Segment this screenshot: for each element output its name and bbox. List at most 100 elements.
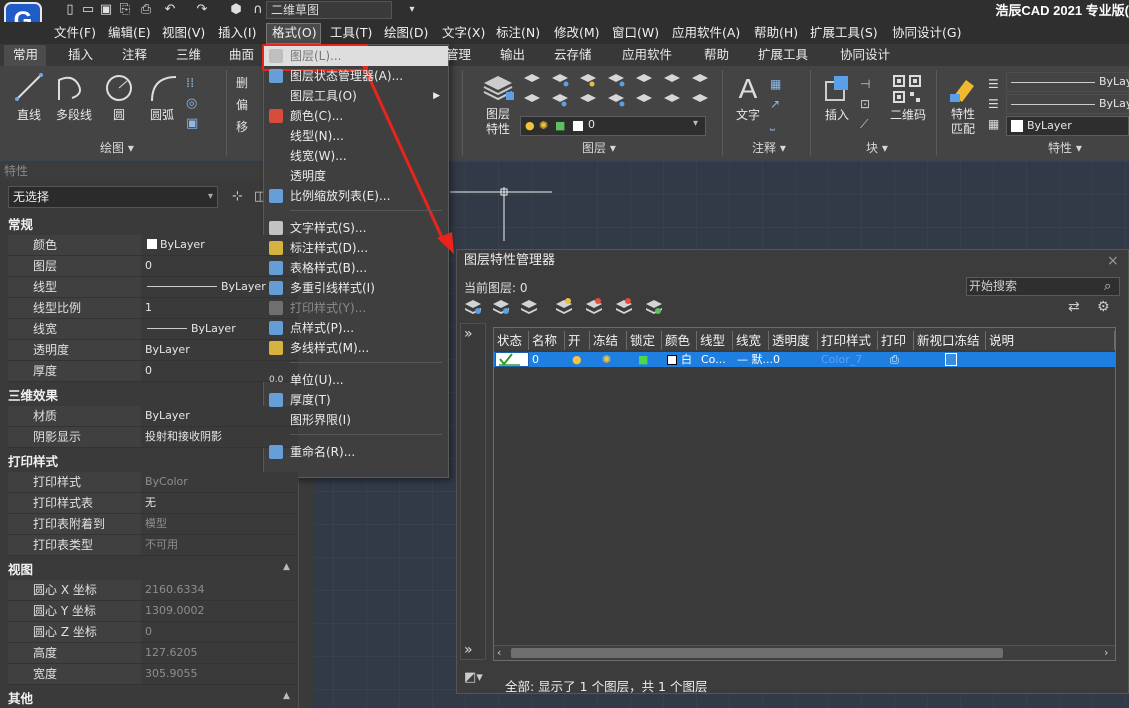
column-header[interactable]: 锁定: [627, 331, 662, 350]
column-header[interactable]: 状态: [494, 331, 529, 350]
ribbon-tab[interactable]: 云存储: [554, 44, 592, 66]
ribbon-tab[interactable]: 协同设计: [840, 44, 890, 66]
property-row[interactable]: 颜色 ByLayer: [8, 235, 298, 256]
lineweight-dropdown[interactable]: ByLaye: [1006, 72, 1129, 92]
format-menu-item[interactable]: 标注样式(D)...: [264, 238, 448, 258]
color-dropdown[interactable]: ByLayer: [1006, 116, 1129, 136]
save-icon[interactable]: ▣: [98, 2, 114, 18]
menu-item[interactable]: 文件(F): [54, 22, 96, 44]
new-file-icon[interactable]: ▯: [62, 2, 78, 18]
quick-access-dropdown-icon[interactable]: ▾: [404, 2, 420, 18]
format-menu-item[interactable]: 厚度(T): [264, 390, 448, 410]
property-row[interactable]: 线宽 ByLayer: [8, 319, 298, 340]
refresh-icon[interactable]: ⇄: [1068, 299, 1080, 315]
undo-icon[interactable]: ↶: [162, 2, 178, 18]
layer-current-dropdown[interactable]: ● ✺ ■ 0 ▾: [520, 116, 706, 136]
property-value[interactable]: 0: [142, 622, 298, 642]
layer-properties-label[interactable]: 图层 特性: [480, 107, 516, 137]
circle-tool-label[interactable]: 圆: [104, 108, 134, 123]
expand-filter-bottom-icon[interactable]: »: [464, 642, 473, 658]
property-value[interactable]: 无: [142, 493, 298, 513]
ribbon-tab[interactable]: 扩展工具: [758, 44, 808, 66]
column-header[interactable]: 说明: [986, 331, 1115, 350]
property-row[interactable]: 透明度 ByLayer: [8, 340, 298, 361]
save-as-icon[interactable]: ⎘: [117, 2, 133, 18]
insert-block-label[interactable]: 插入: [818, 108, 856, 123]
property-row[interactable]: 高度 127.6205: [8, 643, 298, 664]
ribbon-tab[interactable]: 注释: [122, 44, 147, 66]
circle-tool-icon[interactable]: [104, 73, 134, 103]
open-folder-icon[interactable]: ▭: [80, 2, 96, 18]
layer-properties-icon[interactable]: [480, 72, 516, 104]
line-tool-label[interactable]: 直线: [10, 108, 48, 123]
match-properties-label[interactable]: 特性 匹配: [944, 107, 982, 137]
section-header[interactable]: 视图: [8, 560, 298, 580]
ribbon-tab[interactable]: 输出: [500, 44, 525, 66]
layer-name-cell[interactable]: 0: [532, 352, 539, 367]
property-row[interactable]: 线型比例 1: [8, 298, 298, 319]
format-menu-item[interactable]: 图层(L)...: [264, 46, 448, 66]
format-menu-item[interactable]: 点样式(P)...: [264, 318, 448, 338]
property-value[interactable]: 模型: [142, 514, 298, 534]
menu-item[interactable]: 工具(T): [330, 22, 372, 44]
ribbon-tab[interactable]: 常用: [13, 44, 38, 66]
column-header[interactable]: 开: [565, 331, 590, 350]
layer-search-input[interactable]: 开始搜索: [966, 277, 1120, 296]
qrcode-icon[interactable]: [892, 74, 922, 104]
section-header[interactable]: 常规: [8, 215, 298, 235]
format-menu-item[interactable]: 重命名(R)...: [264, 442, 448, 462]
text-tool-label[interactable]: 文字: [730, 108, 766, 123]
layer-linetype-cell[interactable]: Co...: [701, 352, 726, 367]
section-header[interactable]: 打印样式: [8, 452, 298, 472]
format-menu-item[interactable]: 透明度: [264, 166, 448, 186]
column-header[interactable]: 打印: [878, 331, 914, 350]
annotation-small-tools-icon[interactable]: ▦ ↗ ⎵: [770, 74, 800, 134]
property-row[interactable]: 打印样式 ByColor: [8, 472, 298, 493]
color-swatch-icon[interactable]: [667, 355, 677, 365]
layer-lineweight-cell[interactable]: — 默...: [737, 352, 773, 367]
menu-item[interactable]: 绘图(D): [384, 22, 428, 44]
settings-gear-icon[interactable]: ⚙: [1097, 299, 1110, 315]
ribbon-tab[interactable]: 帮助: [704, 44, 729, 66]
menu-item[interactable]: 协同设计(G): [892, 22, 961, 44]
property-value[interactable]: 305.9055: [142, 664, 298, 684]
property-value[interactable]: ByColor: [142, 472, 298, 492]
column-header[interactable]: 打印样式: [818, 331, 878, 350]
menu-item[interactable]: 扩展工具(S): [810, 22, 878, 44]
column-header[interactable]: 透明度: [769, 331, 818, 350]
qrcode-label[interactable]: 二维码: [886, 108, 930, 123]
collapse-icon[interactable]: ▲: [283, 691, 290, 701]
draw-small-tools-icon[interactable]: ⁞⁞ ◎ ▣: [186, 74, 216, 134]
menu-item[interactable]: 帮助(H): [754, 22, 798, 44]
layer-color-cell[interactable]: 白: [681, 352, 692, 367]
expand-filter-icon[interactable]: »: [464, 326, 473, 342]
property-row[interactable]: 打印样式表无: [8, 493, 298, 514]
ribbon-tab[interactable]: 应用软件: [622, 44, 672, 66]
headset-icon[interactable]: ∩: [250, 2, 266, 18]
layer-filter-menu-icon[interactable]: ◩▾: [464, 670, 483, 685]
arc-tool-icon[interactable]: [148, 73, 178, 103]
menu-item[interactable]: 应用软件(A): [672, 22, 740, 44]
property-row[interactable]: 线型 ByLayer: [8, 277, 298, 298]
format-menu-item[interactable]: 图层工具(O) ▶: [264, 86, 448, 106]
format-menu-item[interactable]: 图形界限(I): [264, 410, 448, 430]
line-tool-icon[interactable]: [14, 72, 44, 102]
scrollbar-thumb[interactable]: [511, 648, 1003, 658]
menu-item[interactable]: 标注(N): [496, 22, 540, 44]
property-row[interactable]: 材质 ByLayer: [8, 406, 298, 427]
cube-icon[interactable]: ⬢: [228, 2, 244, 18]
menu-item[interactable]: 编辑(E): [108, 22, 151, 44]
property-row[interactable]: 打印表附着到 模型: [8, 514, 298, 535]
menu-item[interactable]: 窗口(W): [612, 22, 659, 44]
menu-item[interactable]: 格式(O): [272, 22, 317, 44]
property-value[interactable]: 不可用: [142, 535, 298, 555]
column-header[interactable]: 名称: [529, 331, 565, 350]
property-row[interactable]: 打印表类型 不可用: [8, 535, 298, 556]
polyline-tool-label[interactable]: 多段线: [50, 108, 98, 123]
section-header[interactable]: 其他: [8, 689, 298, 708]
property-value[interactable]: 1309.0002: [142, 601, 298, 621]
collapse-icon[interactable]: ▲: [283, 562, 290, 572]
format-menu-item[interactable]: 颜色(C)...: [264, 106, 448, 126]
menu-item[interactable]: 插入(I): [218, 22, 256, 44]
erase-button[interactable]: 删: [236, 72, 260, 94]
